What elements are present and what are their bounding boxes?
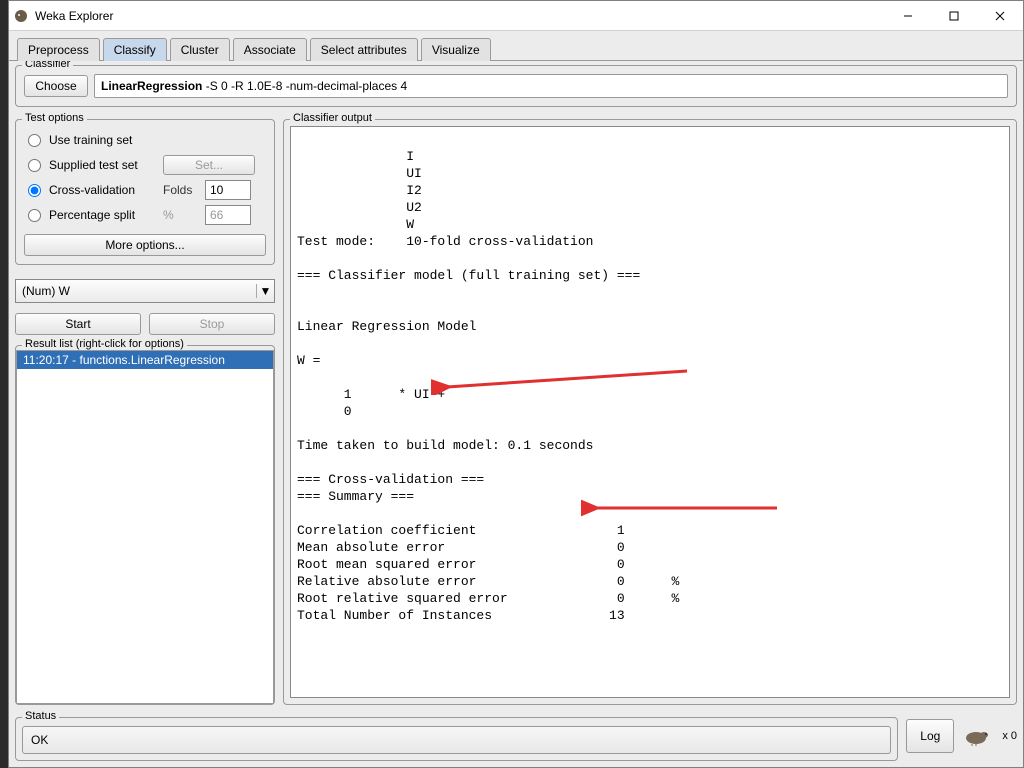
more-options-button[interactable]: More options...	[24, 234, 266, 256]
classifier-text[interactable]: LinearRegression -S 0 -R 1.0E-8 -num-dec…	[94, 74, 1008, 98]
start-button[interactable]: Start	[15, 313, 141, 335]
test-options-legend: Test options	[22, 112, 87, 124]
annotation-arrow-2	[581, 497, 781, 519]
status-value: OK	[22, 726, 891, 754]
tab-visualize[interactable]: Visualize	[421, 38, 491, 61]
test-options-panel: Test options Use training set Supplied t…	[15, 119, 275, 265]
status-panel: Status OK	[15, 717, 898, 761]
status-legend: Status	[22, 710, 59, 722]
weka-icon	[9, 8, 33, 24]
window-title: Weka Explorer	[33, 9, 885, 23]
tab-cluster[interactable]: Cluster	[170, 38, 230, 61]
radio-percentage-split[interactable]	[28, 209, 41, 222]
folds-input[interactable]	[205, 180, 251, 200]
log-button[interactable]: Log	[906, 719, 954, 753]
classifier-legend: Classifier	[22, 60, 73, 70]
radio-supplied-test[interactable]	[28, 159, 41, 172]
label-supplied-test: Supplied test set	[49, 158, 157, 172]
label-percentage-split: Percentage split	[49, 208, 157, 222]
result-item[interactable]: 11:20:17 - functions.LinearRegression	[17, 351, 273, 369]
label-folds: Folds	[163, 183, 199, 197]
choose-button[interactable]: Choose	[24, 75, 88, 97]
tab-select-attributes[interactable]: Select attributes	[310, 38, 418, 61]
result-list[interactable]: 11:20:17 - functions.LinearRegression	[16, 350, 274, 704]
result-list-panel: Result list (right-click for options) 11…	[15, 345, 275, 705]
tab-associate[interactable]: Associate	[233, 38, 307, 61]
class-attribute-value: (Num) W	[16, 284, 256, 298]
radio-use-training[interactable]	[28, 134, 41, 147]
tab-preprocess[interactable]: Preprocess	[17, 38, 100, 61]
set-button[interactable]: Set...	[163, 155, 255, 175]
weka-bird-icon	[962, 726, 994, 746]
weka-explorer-window: Weka Explorer Preprocess Classify Cluste…	[8, 0, 1024, 768]
label-cross-validation: Cross-validation	[49, 183, 157, 197]
stop-button[interactable]: Stop	[149, 313, 275, 335]
radio-cross-validation[interactable]	[28, 184, 41, 197]
pct-input[interactable]	[205, 205, 251, 225]
main-tabs: Preprocess Classify Cluster Associate Se…	[9, 31, 1023, 60]
classifier-panel: Classifier Choose LinearRegression -S 0 …	[15, 65, 1017, 107]
chevron-down-icon: ▼	[256, 284, 274, 298]
output-text: I UI I2 U2 W Test mode: 10-fold cross-va…	[297, 149, 679, 623]
classifier-output-panel: Classifier output I UI I2 U2 W Test mode…	[283, 119, 1017, 705]
tab-classify[interactable]: Classify	[103, 38, 167, 61]
status-count: x 0	[1002, 730, 1017, 742]
classifier-output-legend: Classifier output	[290, 112, 375, 124]
label-pct: %	[163, 208, 199, 222]
classifier-output[interactable]: I UI I2 U2 W Test mode: 10-fold cross-va…	[290, 126, 1010, 698]
minimize-button[interactable]	[885, 1, 931, 31]
result-list-legend: Result list (right-click for options)	[22, 338, 187, 350]
annotation-arrow-1	[431, 365, 691, 395]
close-button[interactable]	[977, 1, 1023, 31]
label-use-training: Use training set	[49, 133, 157, 147]
class-attribute-select[interactable]: (Num) W ▼	[15, 279, 275, 303]
titlebar: Weka Explorer	[9, 1, 1023, 31]
maximize-button[interactable]	[931, 1, 977, 31]
